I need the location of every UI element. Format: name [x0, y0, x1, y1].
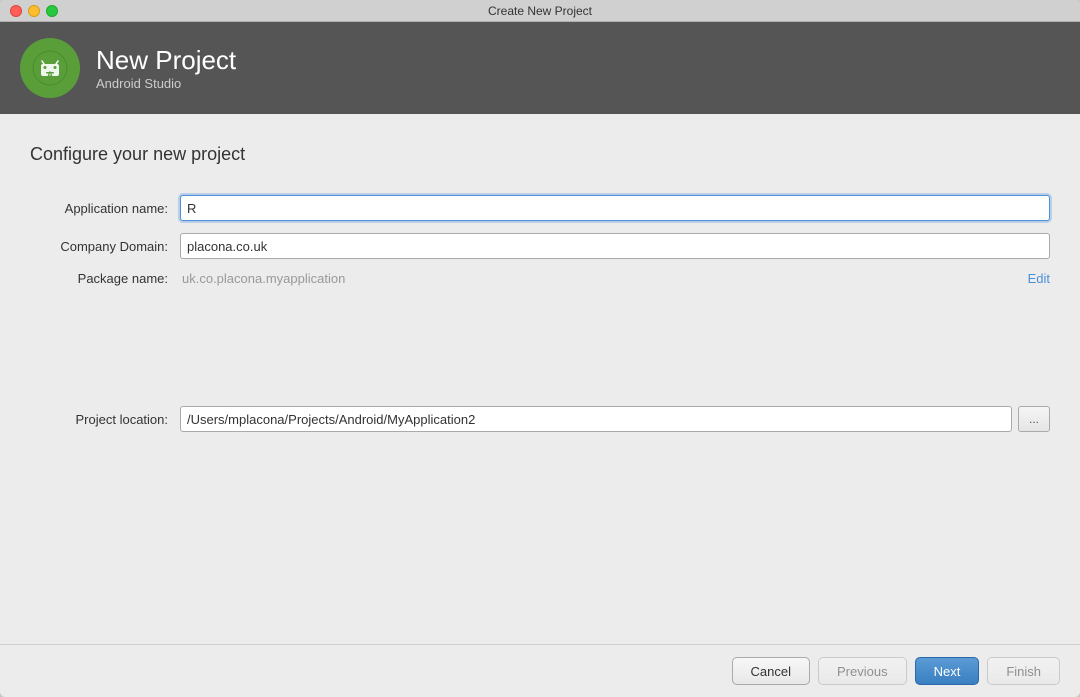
header-title: New Project [96, 45, 236, 76]
next-button[interactable]: Next [915, 657, 980, 685]
form-area: Application name: Company Domain: Packag… [30, 195, 1050, 624]
android-studio-logo: A [20, 38, 80, 98]
window-title: Create New Project [488, 4, 592, 18]
footer: Cancel Previous Next Finish [0, 644, 1080, 697]
maximize-button[interactable] [46, 5, 58, 17]
section-title: Configure your new project [30, 144, 1050, 165]
cancel-button[interactable]: Cancel [732, 657, 810, 685]
header: A New Project Android Studio [0, 22, 1080, 114]
close-button[interactable] [10, 5, 22, 17]
package-name-value: uk.co.placona.myapplication [180, 271, 1028, 286]
header-subtitle: Android Studio [96, 76, 236, 91]
project-location-input[interactable] [180, 406, 1012, 432]
minimize-button[interactable] [28, 5, 40, 17]
project-location-label: Project location: [40, 412, 180, 427]
main-window: Create New Project A New Project Android… [0, 0, 1080, 697]
company-domain-label: Company Domain: [40, 239, 180, 254]
spacer [40, 316, 1050, 396]
company-domain-input[interactable] [180, 233, 1050, 259]
svg-text:A: A [47, 70, 54, 80]
package-name-label: Package name: [40, 271, 180, 286]
browse-button[interactable]: ... [1018, 406, 1050, 432]
edit-package-link[interactable]: Edit [1028, 271, 1050, 286]
project-location-row: Project location: ... [40, 406, 1050, 432]
application-name-label: Application name: [40, 201, 180, 216]
company-domain-row: Company Domain: [40, 233, 1050, 259]
package-name-row: Package name: uk.co.placona.myapplicatio… [40, 271, 1050, 286]
header-text: New Project Android Studio [96, 45, 236, 91]
application-name-input[interactable] [180, 195, 1050, 221]
finish-button[interactable]: Finish [987, 657, 1060, 685]
previous-button[interactable]: Previous [818, 657, 907, 685]
content-area: Configure your new project Application n… [0, 114, 1080, 644]
traffic-lights [10, 5, 58, 17]
title-bar: Create New Project [0, 0, 1080, 22]
application-name-row: Application name: [40, 195, 1050, 221]
logo-icon: A [31, 49, 69, 87]
